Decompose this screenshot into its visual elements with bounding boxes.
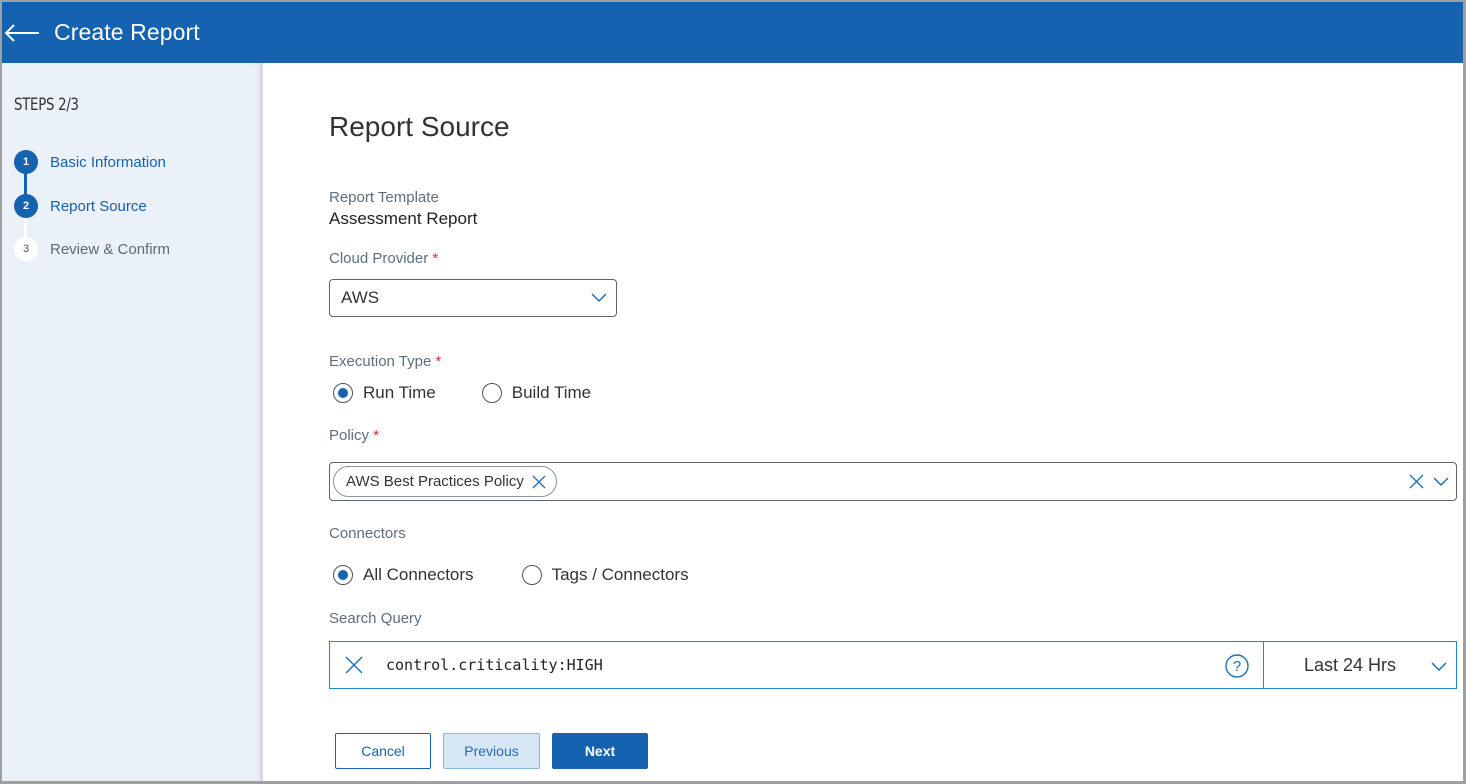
label-text: Policy <box>329 427 370 444</box>
cloud-provider-select[interactable]: AWS <box>329 279 617 317</box>
radio-label: Run Time <box>363 383 436 402</box>
radio-button[interactable] <box>481 383 502 403</box>
svg-text:?: ? <box>1233 658 1241 675</box>
close-icon <box>345 656 363 674</box>
radio-label: Build Time <box>511 383 592 402</box>
step-report-source[interactable]: 2 Report Source <box>14 194 147 218</box>
execution-type-label: Execution Type * <box>329 353 441 370</box>
step-label: Basic Information <box>50 153 166 171</box>
connectors-label: Connectors <box>329 525 406 542</box>
remove-chip-button[interactable] <box>532 475 546 489</box>
search-query-input[interactable] <box>386 656 1186 674</box>
clear-search-button[interactable] <box>344 655 364 675</box>
policy-multiselect[interactable]: AWS Best Practices Policy <box>329 462 1457 501</box>
execution-type-group: Run Time Build Time <box>333 383 591 403</box>
step-label: Report Source <box>50 197 147 215</box>
search-query-label: Search Query <box>329 610 422 627</box>
section-title: Report Source <box>329 111 510 142</box>
step-review-confirm[interactable]: 3 Review & Confirm <box>14 237 170 261</box>
radio-label: Tags / Connectors <box>551 565 689 584</box>
radio-tags-connectors[interactable]: Tags / Connectors <box>521 565 689 585</box>
window: Create Report STEPS 2/3 1 Basic Informat… <box>2 2 1463 781</box>
clear-all-icon[interactable] <box>1409 474 1424 489</box>
chevron-down-icon <box>591 293 607 303</box>
time-range-select[interactable]: Last 24 Hrs <box>1263 642 1456 688</box>
policy-label: Policy * <box>329 427 379 444</box>
page-header-title: Create Report <box>54 19 200 45</box>
radio-run-time[interactable]: Run Time <box>333 383 436 403</box>
search-query-bar: ? Last 24 Hrs <box>329 641 1457 689</box>
policy-chip: AWS Best Practices Policy <box>333 466 557 497</box>
radio-button-selected[interactable] <box>333 383 353 403</box>
header-bar: Create Report <box>2 2 1463 63</box>
step-number: 1 <box>14 150 38 174</box>
chevron-down-icon[interactable] <box>1432 474 1450 488</box>
required-marker: * <box>432 250 439 267</box>
arrow-left-icon <box>4 23 39 42</box>
radio-label: All Connectors <box>363 565 474 584</box>
label-text: Execution Type <box>329 353 432 370</box>
back-button[interactable] <box>4 18 42 48</box>
step-number: 3 <box>14 237 38 261</box>
chip-label: AWS Best Practices Policy <box>346 473 524 490</box>
steps-sidebar: STEPS 2/3 1 Basic Information 2 Report S… <box>2 63 263 781</box>
cancel-button[interactable]: Cancel <box>335 733 431 769</box>
help-icon[interactable]: ? <box>1225 654 1249 678</box>
next-button[interactable]: Next <box>552 733 648 769</box>
previous-button[interactable]: Previous <box>443 733 540 769</box>
radio-button[interactable] <box>521 565 542 585</box>
steps-title: STEPS 2/3 <box>14 95 79 115</box>
main-content: Report Source Report Template Assessment… <box>263 63 1463 781</box>
close-icon <box>532 475 546 488</box>
chevron-down-icon <box>1431 662 1447 672</box>
radio-all-connectors[interactable]: All Connectors <box>333 565 474 585</box>
required-marker: * <box>373 427 380 444</box>
radio-build-time[interactable]: Build Time <box>481 383 592 403</box>
required-marker: * <box>435 353 442 370</box>
cloud-provider-label: Cloud Provider * <box>329 250 438 267</box>
selected-time-range: Last 24 Hrs <box>1303 654 1397 675</box>
step-label: Review & Confirm <box>50 240 171 258</box>
report-template-label: Report Template <box>329 189 439 206</box>
step-basic-information[interactable]: 1 Basic Information <box>14 150 166 174</box>
radio-dot <box>338 388 348 398</box>
connectors-group: All Connectors Tags / Connectors <box>333 565 689 585</box>
label-text: Cloud Provider <box>329 250 429 267</box>
search-input-wrap: ? <box>330 642 1263 688</box>
selected-value: AWS <box>341 288 380 307</box>
radio-dot <box>338 570 348 580</box>
radio-button-selected[interactable] <box>333 565 353 585</box>
step-number: 2 <box>14 194 38 218</box>
report-template-value: Assessment Report <box>329 209 478 228</box>
